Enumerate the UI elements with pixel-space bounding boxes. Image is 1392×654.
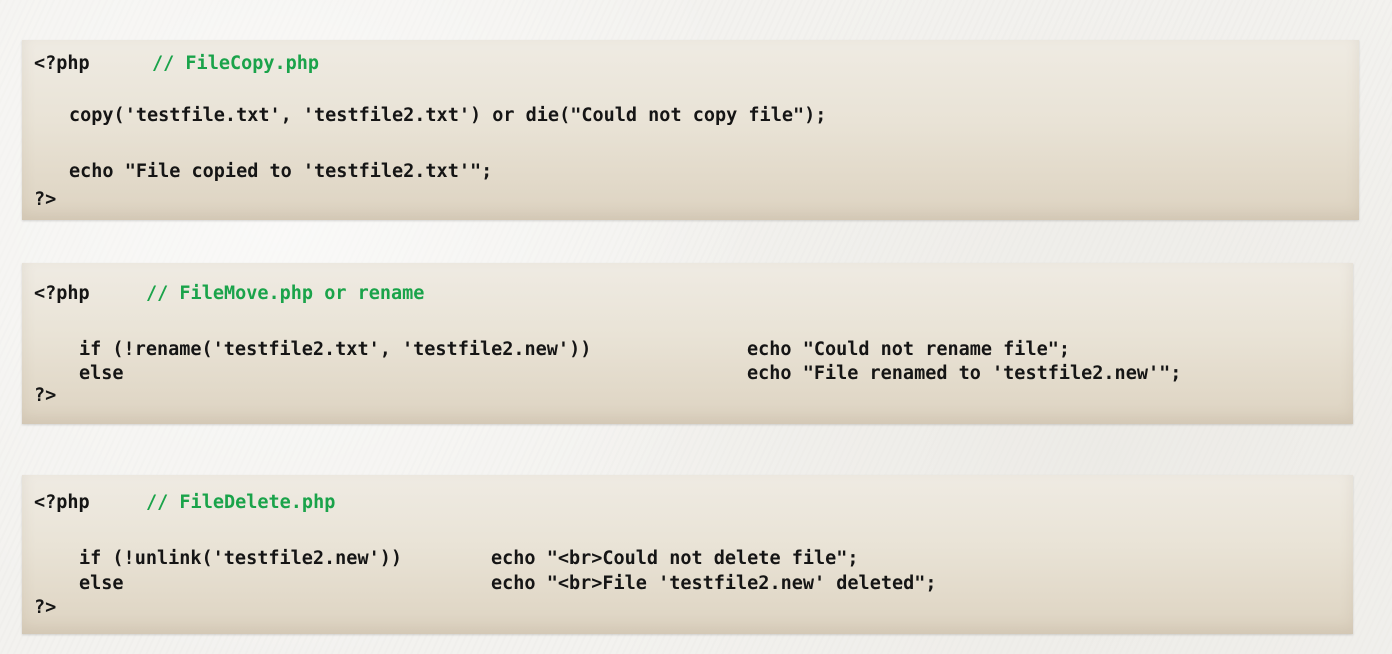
php-open-tag: <?php (34, 283, 90, 304)
php-close-tag: ?> (34, 597, 57, 618)
php-open-tag: <?php (34, 492, 90, 513)
php-open-tag: <?php (34, 53, 90, 74)
code-line-if-action: echo "<br>Could not delete file"; (491, 548, 859, 569)
code-block-file-delete: <?php // FileDelete.php if (!unlink('tes… (22, 475, 1353, 634)
code-comment: // FileMove.php or rename (146, 283, 425, 304)
code-line-if: if (!rename('testfile2.txt', 'testfile2.… (79, 339, 592, 360)
code-block-file-move: <?php // FileMove.php or rename if (!ren… (22, 263, 1353, 424)
code-comment: // FileCopy.php (152, 53, 320, 74)
code-line-if: if (!unlink('testfile2.new')) (79, 548, 403, 569)
code-line-echo: echo "File copied to 'testfile2.txt'"; (69, 161, 493, 182)
code-line-else-action: echo "File renamed to 'testfile2.new'"; (747, 363, 1182, 384)
code-block-file-copy: <?php // FileCopy.php copy('testfile.txt… (22, 40, 1359, 220)
code-line-if-action: echo "Could not rename file"; (747, 339, 1071, 360)
code-line-else-action: echo "<br>File 'testfile2.new' deleted"; (491, 573, 937, 594)
code-line-else: else (79, 363, 124, 384)
code-comment: // FileDelete.php (146, 492, 336, 513)
code-line-copy: copy('testfile.txt', 'testfile2.txt') or… (69, 105, 827, 126)
php-close-tag: ?> (34, 189, 57, 210)
code-line-else: else (79, 573, 124, 594)
php-close-tag: ?> (34, 385, 57, 406)
